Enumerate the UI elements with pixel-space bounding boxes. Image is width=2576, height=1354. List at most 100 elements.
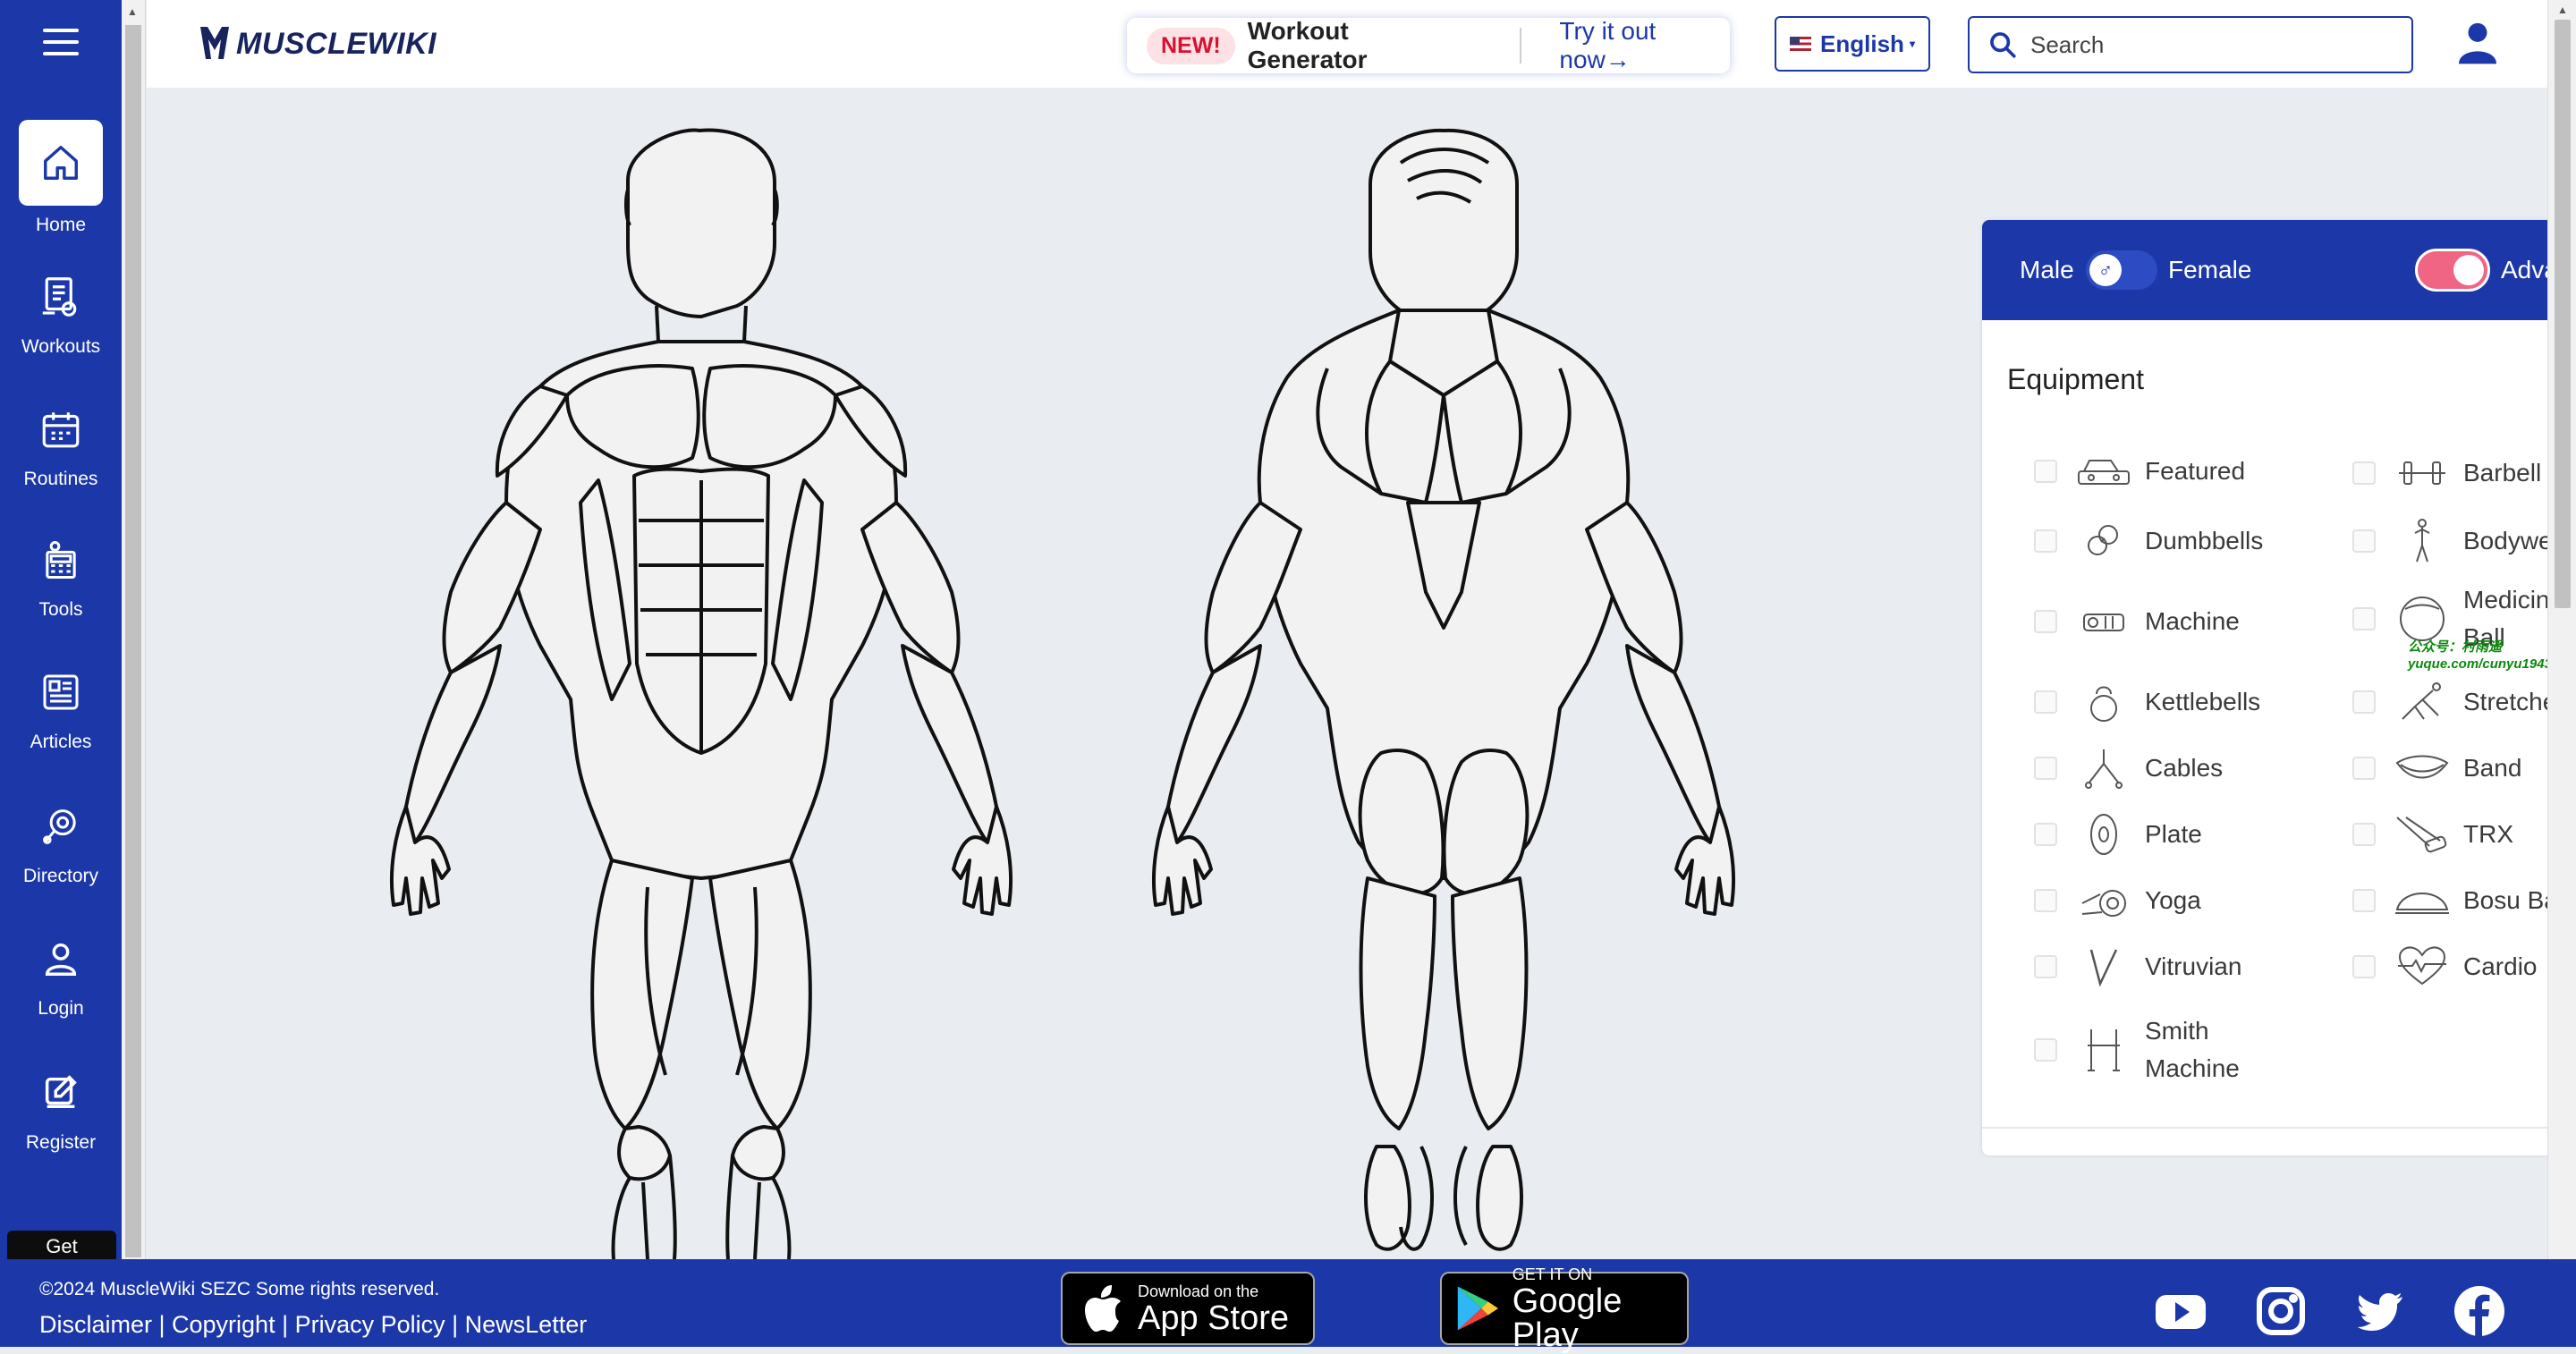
appstore-small-text: Download on the [1138, 1282, 1259, 1300]
googleplay-big-text: Google Play [1512, 1282, 1623, 1354]
gender-toggle[interactable]: ♂ [2086, 250, 2157, 290]
sidebar-item-workouts[interactable]: Workouts [0, 268, 122, 358]
search-input[interactable] [2029, 30, 2390, 60]
account-icon[interactable] [2453, 18, 2503, 68]
female-label[interactable]: Female [2168, 256, 2251, 284]
checkbox[interactable] [2352, 607, 2376, 630]
equipment-stretches[interactable]: Stretches [2352, 680, 2569, 724]
checkbox[interactable] [2034, 1038, 2057, 1062]
equipment-plate[interactable]: Plate [2034, 812, 2202, 857]
sidebar-item-login[interactable]: Login [0, 930, 122, 1020]
equipment-bosu-ball[interactable]: Bosu Ball [2352, 878, 2569, 923]
equipment-dumbbells[interactable]: Dumbbells [2034, 519, 2263, 563]
calendar-icon [42, 412, 80, 448]
kettlebell-icon [2090, 686, 2117, 722]
equipment-cardio[interactable]: Cardio [2352, 944, 2537, 989]
page-scrollbar[interactable]: ▲ [2547, 0, 2576, 1259]
checkbox[interactable] [2034, 690, 2057, 714]
footer-links[interactable]: Disclaimer | Copyright | Privacy Policy … [39, 1311, 587, 1339]
checkbox[interactable] [2034, 955, 2057, 978]
articles-icon [43, 674, 79, 710]
equipment-label: Smith Machine [2145, 1017, 2240, 1082]
checkbox[interactable] [2034, 823, 2057, 846]
promo-divider [1520, 28, 1522, 63]
equipment-bodyweight[interactable]: Bodyweight [2352, 519, 2576, 563]
band-icon [2395, 755, 2449, 779]
equipment-barbell[interactable]: Barbell [2352, 451, 2541, 495]
equipment-trx[interactable]: TRX [2352, 812, 2513, 857]
checkbox[interactable] [2034, 757, 2057, 780]
checkbox[interactable] [2352, 955, 2376, 978]
checkbox[interactable] [2034, 889, 2057, 912]
advanced-toggle[interactable] [2415, 249, 2490, 292]
sidebar-item-label: Login [38, 998, 84, 1019]
equipment-label: Cables [2145, 754, 2224, 782]
checkbox[interactable] [2034, 529, 2057, 553]
workout-generator-promo[interactable]: NEW! Workout Generator Try it out now→ [1127, 17, 1730, 74]
equipment-cables[interactable]: Cables [2034, 746, 2223, 791]
cardio-heart-icon [2398, 946, 2446, 986]
equipment-label: Dumbbells [2145, 527, 2264, 554]
sidebar-scrollbar[interactable]: ▲ [122, 0, 146, 1259]
equipment-smith-machine[interactable]: Smith Machine [2034, 1012, 2240, 1087]
equipment-kettlebells[interactable]: Kettlebells [2034, 680, 2260, 724]
equipment-machine[interactable]: Machine [2034, 599, 2240, 644]
equipment-label: Cardio [2463, 952, 2538, 980]
musclewiki-logo-icon [200, 27, 229, 59]
twitter-icon[interactable] [2352, 1284, 2406, 1338]
app-store-button[interactable]: Download on the App Store [1061, 1272, 1315, 1345]
equipment-featured[interactable]: Featured [2034, 449, 2245, 494]
workouts-icon [42, 277, 77, 317]
sidebar-item-tools[interactable]: Tools [0, 531, 122, 621]
logo[interactable]: MUSCLEWIKI [197, 23, 436, 64]
equipment-vitruvian[interactable]: Vitruvian [2034, 944, 2241, 989]
promo-cta-link[interactable]: Try it out now→ [1559, 17, 1730, 74]
language-label: English [1820, 30, 1904, 57]
yoga-mat-icon [2081, 890, 2126, 917]
sidebar-item-home[interactable]: Home [0, 120, 122, 236]
sidebar-item-articles[interactable]: Articles [0, 664, 122, 753]
checkbox[interactable] [2034, 610, 2057, 633]
equipment-label: Yoga [2145, 886, 2201, 914]
new-badge: NEW! [1147, 27, 1235, 64]
get-app-button[interactable]: Get [7, 1231, 116, 1259]
top-header: MUSCLEWIKI NEW! Workout Generator Try it… [147, 0, 2547, 88]
male-label[interactable]: Male [2020, 256, 2074, 284]
checkbox[interactable] [2352, 529, 2376, 553]
checkbox[interactable] [2352, 690, 2376, 714]
checkbox[interactable] [2352, 823, 2376, 846]
promo-title: Workout Generator [1247, 17, 1368, 73]
checkbox[interactable] [2352, 757, 2376, 780]
facebook-icon[interactable] [2453, 1284, 2506, 1338]
instagram-icon[interactable] [2254, 1284, 2308, 1338]
sidebar-item-register[interactable]: Register [0, 1064, 122, 1154]
equipment-band[interactable]: Band [2352, 746, 2521, 791]
sidebar-item-routines[interactable]: Routines [0, 401, 122, 490]
equipment-label: TRX [2463, 820, 2513, 848]
search-icon [1990, 32, 2016, 58]
sidebar-item-directory[interactable]: Directory [0, 798, 122, 887]
bosu-ball-icon [2395, 893, 2449, 914]
sidebar-item-label: Home [35, 215, 87, 235]
google-play-button[interactable]: GET IT ON Google Play [1440, 1265, 1689, 1352]
youtube-icon[interactable] [2154, 1284, 2207, 1338]
equipment-label: Vitruvian [2145, 952, 2242, 980]
back-body[interactable] [1152, 128, 1735, 1251]
front-body[interactable] [390, 128, 1013, 1259]
equipment-yoga[interactable]: Yoga [2034, 878, 2201, 923]
footer: ©2024 MuscleWiki SEZC Some rights reserv… [0, 1259, 2576, 1352]
home-icon [44, 146, 78, 180]
medicine-ball-icon [2400, 597, 2445, 641]
checkbox[interactable] [2034, 460, 2057, 483]
checkbox[interactable] [2352, 461, 2376, 485]
menu-icon[interactable] [43, 29, 79, 59]
language-select[interactable]: English ▾ [1775, 16, 1930, 72]
edit-icon [45, 1075, 77, 1109]
search-box[interactable] [1968, 16, 2413, 73]
equipment-label: Featured [2145, 457, 2246, 485]
equipment-header[interactable]: Equipment [1982, 320, 2576, 408]
watermark-line: 公众号：村雨遥 [2408, 639, 2503, 655]
appstore-big-text: App Store [1138, 1299, 1289, 1337]
checkbox[interactable] [2352, 889, 2376, 912]
divider [1982, 1127, 2576, 1129]
